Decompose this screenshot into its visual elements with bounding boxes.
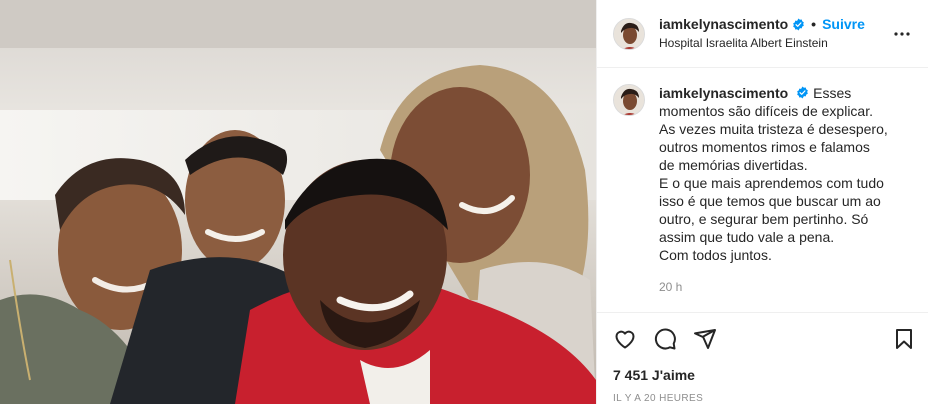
caption-first-line: iamkelynascimento Esses bbox=[659, 85, 851, 101]
caption-username[interactable]: iamkelynascimento bbox=[659, 85, 788, 101]
post-photo[interactable] bbox=[0, 0, 596, 404]
caption-timestamp[interactable]: 20 h bbox=[659, 278, 888, 296]
more-options-icon bbox=[894, 31, 910, 36]
instagram-post: iamkelynascimento • Suivre Hospital Isra… bbox=[0, 0, 928, 404]
likes-count[interactable]: 7 451 J'aime bbox=[613, 367, 912, 383]
avatar-image bbox=[614, 85, 644, 115]
caption-body: iamkelynascimento Esses momentos são dif… bbox=[659, 84, 888, 296]
avatar[interactable] bbox=[613, 17, 645, 50]
header-username[interactable]: iamkelynascimento bbox=[659, 16, 788, 34]
caption-line: de memórias divertidas. bbox=[659, 157, 808, 173]
caption-line: Com todos juntos. bbox=[659, 247, 772, 263]
caption-line: outros momentos rimos e falamos bbox=[659, 139, 870, 155]
verified-badge-icon bbox=[793, 18, 804, 31]
caption-line: outro, e segurar bem pertinho. Só bbox=[659, 211, 869, 227]
heart-icon[interactable] bbox=[613, 327, 637, 351]
action-icons bbox=[613, 313, 912, 365]
verified-badge-icon bbox=[797, 86, 808, 99]
caption-avatar[interactable] bbox=[613, 84, 645, 116]
caption-line: momentos são difíceis de explicar. bbox=[659, 103, 873, 119]
caption-line: As vezes muita tristeza é desespero, bbox=[659, 121, 888, 137]
header-text: iamkelynascimento • Suivre Hospital Isra… bbox=[659, 16, 890, 52]
more-options-button[interactable] bbox=[890, 22, 914, 46]
post-side-panel: iamkelynascimento • Suivre Hospital Isra… bbox=[596, 0, 928, 404]
comment-icon[interactable] bbox=[653, 327, 677, 351]
action-bar: 7 451 J'aime IL Y A 20 HEURES bbox=[597, 312, 928, 404]
post-timestamp[interactable]: IL Y A 20 HEURES bbox=[613, 393, 912, 404]
post-header: iamkelynascimento • Suivre Hospital Isra… bbox=[597, 0, 928, 68]
comments-area: iamkelynascimento Esses momentos são dif… bbox=[597, 68, 928, 312]
follow-button[interactable]: Suivre bbox=[822, 16, 865, 34]
caption-line: E o que mais aprendemos com tudo bbox=[659, 175, 884, 191]
caption-line: assim que tudo vale a pena. bbox=[659, 229, 835, 245]
bookmark-icon[interactable] bbox=[892, 327, 916, 351]
avatar-image bbox=[614, 18, 644, 49]
share-icon[interactable] bbox=[693, 327, 717, 351]
caption-line: isso é que temos que buscar um ao bbox=[659, 193, 881, 209]
selfie-photo-illustration bbox=[0, 0, 596, 404]
header-row: iamkelynascimento • Suivre bbox=[659, 16, 890, 34]
separator-dot: • bbox=[811, 15, 817, 32]
location-link[interactable]: Hospital Israelita Albert Einstein bbox=[659, 36, 890, 51]
caption-line: Esses bbox=[813, 85, 852, 101]
caption: iamkelynascimento Esses momentos são dif… bbox=[613, 84, 912, 296]
